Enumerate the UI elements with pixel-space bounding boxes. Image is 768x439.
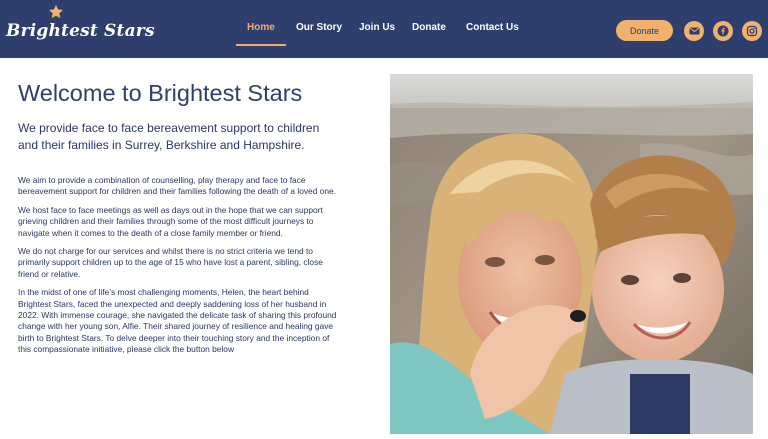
instagram-icon: [746, 25, 758, 37]
star-icon: [49, 5, 63, 19]
intro-section: Welcome to Brightest Stars We provide fa…: [18, 78, 338, 356]
brand-logo[interactable]: Brightest Stars: [6, 4, 155, 50]
nav-home[interactable]: Home: [247, 22, 275, 33]
intro-paragraph: We aim to provide a combination of couns…: [18, 175, 336, 197]
email-icon: [689, 27, 699, 35]
facebook-link[interactable]: [713, 21, 733, 41]
email-link[interactable]: [684, 21, 704, 41]
nav-active-indicator: [236, 44, 286, 46]
page-title: Welcome to Brightest Stars: [18, 80, 303, 106]
facebook-icon: [717, 25, 729, 37]
instagram-link[interactable]: [742, 21, 762, 41]
donate-button[interactable]: Donate: [616, 20, 673, 41]
nav-contact-us[interactable]: Contact Us: [466, 22, 519, 33]
intro-lead: We provide face to face bereavement supp…: [18, 121, 320, 152]
mother-and-son-photo: [390, 74, 753, 434]
story-paragraph: In the midst of one of life’s most chall…: [18, 287, 337, 355]
intro-paragraph: We host face to face meetings as well as…: [18, 204, 323, 238]
nav-our-story[interactable]: Our Story: [296, 22, 342, 33]
intro-paragraph: We do not charge for our services and wh…: [18, 246, 323, 279]
site-header: Brightest Stars Home Our Story Join Us D…: [0, 0, 768, 58]
hero-photo: [390, 74, 753, 434]
brand-name: Brightest Stars: [6, 21, 155, 41]
nav-donate[interactable]: Donate: [412, 22, 446, 33]
nav-join-us[interactable]: Join Us: [359, 22, 395, 33]
